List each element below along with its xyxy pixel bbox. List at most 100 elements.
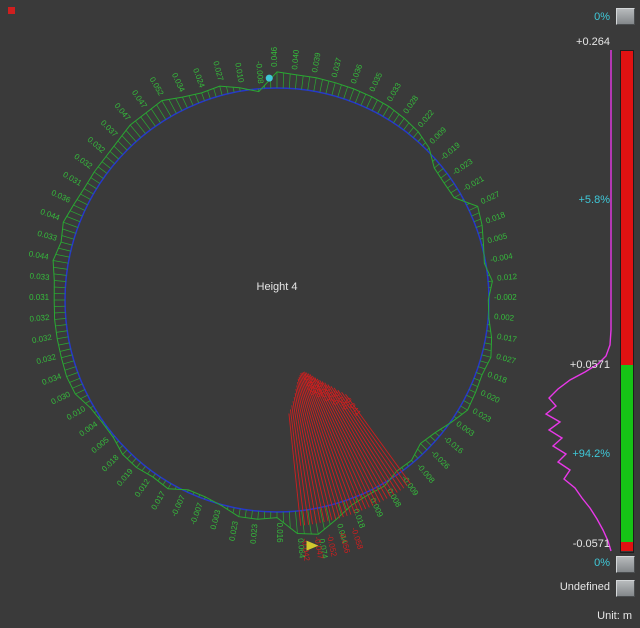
deviation-value-label: 0.023	[228, 520, 240, 542]
deviation-hatch	[135, 120, 146, 134]
out-of-tolerance-ray	[293, 397, 317, 524]
deviation-value-label: -0.008	[415, 462, 437, 486]
roundness-plot-canvas[interactable]: 0.046 0.040 0.039 0.037 0.036 0.035 0.0330.028…	[0, 0, 640, 628]
deviation-hatch	[57, 336, 69, 340]
record-indicator-icon	[8, 7, 15, 14]
deviation-value-label: -0.008	[254, 61, 265, 85]
out-of-tolerance-label: -0.042	[300, 538, 311, 562]
undefined-color-box[interactable]	[616, 580, 635, 597]
deviation-hatch	[80, 394, 88, 400]
deviation-value-label: 0.034	[170, 71, 187, 93]
inner-zone-percent: +94.2%	[572, 448, 610, 460]
deviation-hatch	[167, 483, 172, 489]
deviation-value-label: 0.027	[211, 60, 225, 82]
deviation-hatch	[105, 156, 115, 164]
deviation-hatch	[152, 473, 156, 478]
deviation-value-label: 0.033	[385, 81, 403, 103]
color-scale-bar[interactable]	[620, 50, 634, 553]
app-window: 0.046 0.040 0.039 0.037 0.036 0.035 0.033 0.028…	[0, 0, 640, 628]
deviation-hatch	[403, 122, 410, 131]
deviation-hatch	[325, 80, 330, 94]
deviation-hatch	[406, 463, 409, 467]
deviation-hatch	[61, 354, 73, 359]
deviation-hatch	[54, 280, 66, 282]
deviation-value-label: 0.047	[113, 101, 133, 123]
deviation-hatch	[140, 116, 151, 131]
deviation-hatch	[244, 509, 247, 518]
deviation-hatch	[471, 383, 479, 387]
deviation-hatch	[479, 360, 489, 364]
above-range-color-box[interactable]	[616, 8, 635, 25]
deviation-hatch	[141, 466, 146, 472]
deviation-hatch	[354, 91, 361, 104]
deviation-hatch	[129, 124, 141, 138]
deviation-hatch	[182, 96, 188, 109]
deviation-hatch	[417, 448, 423, 455]
deviation-value-label: -0.007	[169, 493, 187, 518]
deviation-value-label: 0.036	[50, 188, 72, 205]
deviation-hatch	[97, 166, 108, 174]
deviation-hatch	[156, 104, 167, 120]
deviation-hatch	[337, 84, 342, 98]
deviation-hatch	[473, 377, 481, 382]
deviation-value-label: 0.032	[29, 313, 50, 324]
deviation-value-label: 0.035	[368, 71, 385, 93]
below-range-color-box[interactable]	[616, 556, 635, 573]
deviation-hatch	[251, 510, 253, 519]
deviation-hatch	[387, 110, 395, 120]
deviation-value-label: 0.039	[310, 51, 322, 73]
deviation-hatch	[121, 135, 132, 147]
deviation-hatch	[443, 178, 451, 184]
deviation-value-label: -0.019	[439, 140, 463, 162]
out-of-tolerance-label: -0.056	[337, 530, 352, 555]
deviation-hatch	[450, 188, 458, 193]
deviation-hatch	[425, 439, 432, 446]
deviation-hatch	[55, 253, 70, 258]
deviation-hatch	[145, 112, 156, 127]
deviation-hatch	[226, 86, 229, 94]
deviation-value-label: 0.002	[494, 312, 515, 323]
deviation-value-label: 0.024	[191, 67, 206, 89]
deviation-hatch	[162, 480, 167, 486]
deviation-hatch	[54, 318, 66, 320]
deviation-value-label: 0.044	[39, 207, 61, 222]
deviation-value-label: 0.009	[428, 125, 449, 146]
deviation-hatch	[232, 507, 235, 514]
deviation-distribution-curve	[544, 50, 612, 552]
deviation-value-label: -0.026	[429, 448, 452, 471]
deviation-hatch	[93, 171, 104, 179]
deviation-value-label: 0.034	[41, 372, 63, 387]
deviation-value-label: 0.004	[78, 419, 100, 438]
deviation-value-label: 0.010	[233, 62, 245, 84]
deviation-hatch	[54, 286, 66, 289]
scan-position-marker	[265, 74, 273, 82]
deviation-hatch	[377, 102, 384, 114]
deviation-hatch	[85, 400, 91, 404]
deviation-value-label: -0.009	[400, 474, 421, 498]
deviation-value-label: 0.018	[484, 210, 506, 225]
deviation-hatch	[161, 100, 172, 117]
deviation-value-label: 0.018	[486, 370, 508, 385]
deviation-value-label: 0.027	[495, 352, 517, 366]
deviation-hatch	[463, 400, 471, 405]
deviation-hatch	[349, 88, 355, 101]
deviation-hatch	[69, 210, 83, 217]
deviation-hatch	[53, 273, 67, 276]
deviation-value-label: 0.022	[416, 108, 436, 130]
deviation-value-label: 0.031	[61, 170, 83, 188]
scale-red-zone	[621, 51, 633, 365]
deviation-hatch	[483, 348, 492, 352]
deviation-value-label: 0.037	[99, 118, 120, 139]
deviation-hatch	[76, 199, 88, 206]
deviation-hatch	[64, 366, 76, 371]
deviation-hatch	[460, 405, 468, 411]
deviation-value-label: 0.020	[479, 388, 501, 405]
out-of-tolerance-ray	[289, 409, 306, 526]
deviation-value-label: 0.010	[65, 404, 87, 422]
deviation-profile	[52, 71, 493, 535]
deviation-hatch	[150, 108, 161, 124]
deviation-value-label: 0.012	[497, 272, 518, 283]
undefined-label: Undefined	[559, 581, 610, 593]
deviation-value-label: 0.019	[115, 466, 135, 488]
deviation-hatch	[55, 324, 67, 327]
